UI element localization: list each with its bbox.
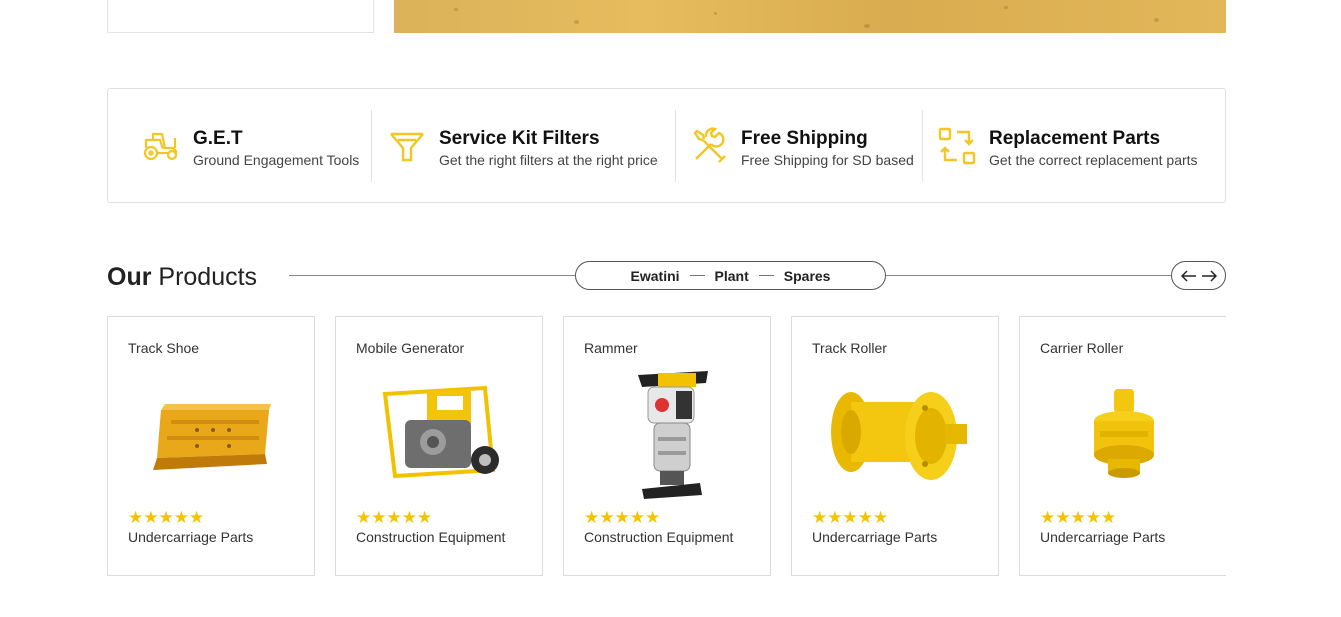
rating-stars: ★★★★★ bbox=[812, 508, 889, 527]
products-header: Our Products Ewatini Plant Spares bbox=[107, 258, 1226, 294]
replacement-swap-icon bbox=[938, 127, 976, 164]
feature-subtitle: Ground Engagement Tools bbox=[193, 151, 360, 168]
feature-title: Replacement Parts bbox=[989, 127, 1161, 149]
feature-divider bbox=[371, 109, 372, 182]
mobile-generator-image[interactable] bbox=[356, 365, 524, 505]
product-card[interactable]: Carrier Roller ★★★★★ Undercarriage Parts bbox=[1019, 316, 1226, 576]
rammer-image[interactable] bbox=[584, 365, 752, 505]
product-card[interactable]: Rammer ★★★★★ Construction Equipment bbox=[563, 316, 771, 576]
feature-divider bbox=[675, 109, 676, 182]
feature-title: Service Kit Filters bbox=[439, 127, 600, 149]
product-card[interactable]: Track Shoe ★★★★★ Undercarriage Parts bbox=[107, 316, 315, 576]
product-name[interactable]: Carrier Roller bbox=[1040, 340, 1123, 356]
feature-replacement-parts: Replacement Parts Get the correct replac… bbox=[937, 110, 1217, 182]
header-rule bbox=[289, 275, 575, 276]
tractor-icon bbox=[143, 132, 178, 160]
pill-item-plant[interactable]: Plant bbox=[715, 268, 749, 284]
hero-banner-image bbox=[394, 0, 1226, 33]
arrow-right-icon[interactable] bbox=[1201, 269, 1217, 282]
rating-stars: ★★★★★ bbox=[128, 508, 205, 527]
track-roller-image[interactable] bbox=[812, 365, 980, 505]
features-strip: G.E.T Ground Engagement Tools Service Ki… bbox=[107, 88, 1226, 203]
header-rule bbox=[886, 275, 1171, 276]
product-name[interactable]: Track Roller bbox=[812, 340, 887, 356]
feature-service-kit-filters: Service Kit Filters Get the right filter… bbox=[387, 110, 675, 182]
section-title: Our Products bbox=[107, 263, 258, 291]
pill-item-spares[interactable]: Spares bbox=[784, 268, 831, 284]
filter-funnel-icon bbox=[390, 132, 424, 161]
feature-subtitle: Get the right filters at the right price bbox=[439, 151, 658, 168]
product-category[interactable]: Undercarriage Parts bbox=[812, 529, 937, 545]
track-shoe-image[interactable] bbox=[128, 365, 296, 505]
feature-subtitle: Get the correct replacement parts bbox=[989, 151, 1198, 168]
product-card[interactable]: Mobile Generator ★★★★★ Construction Equi… bbox=[335, 316, 543, 576]
carrier-roller-image[interactable] bbox=[1040, 365, 1208, 505]
rating-stars: ★★★★★ bbox=[356, 508, 433, 527]
product-name[interactable]: Track Shoe bbox=[128, 340, 199, 356]
carousel-nav bbox=[1171, 261, 1226, 290]
feature-get: G.E.T Ground Engagement Tools bbox=[141, 110, 371, 182]
pill-item-ewatini[interactable]: Ewatini bbox=[631, 268, 680, 284]
feature-title: Free Shipping bbox=[741, 127, 868, 149]
product-category[interactable]: Construction Equipment bbox=[356, 529, 505, 545]
product-category[interactable]: Construction Equipment bbox=[584, 529, 733, 545]
product-name[interactable]: Rammer bbox=[584, 340, 638, 356]
product-category[interactable]: Undercarriage Parts bbox=[1040, 529, 1165, 545]
product-name[interactable]: Mobile Generator bbox=[356, 340, 464, 356]
feature-free-shipping: Free Shipping Free Shipping for SD based bbox=[689, 110, 922, 182]
wrench-screwdriver-icon bbox=[693, 126, 726, 163]
feature-subtitle: Free Shipping for SD based bbox=[741, 151, 914, 168]
top-left-panel bbox=[107, 0, 374, 33]
feature-divider bbox=[922, 109, 923, 182]
product-card[interactable]: Track Roller ★★★★★ Undercarriage Parts bbox=[791, 316, 999, 576]
arrow-left-icon[interactable] bbox=[1180, 269, 1197, 282]
feature-title: G.E.T bbox=[193, 127, 243, 149]
category-pill[interactable]: Ewatini Plant Spares bbox=[575, 261, 886, 290]
rating-stars: ★★★★★ bbox=[1040, 508, 1117, 527]
product-carousel: Track Shoe ★★★★★ Undercarriage Parts Mob… bbox=[107, 316, 1226, 576]
rating-stars: ★★★★★ bbox=[584, 508, 661, 527]
product-category[interactable]: Undercarriage Parts bbox=[128, 529, 253, 545]
